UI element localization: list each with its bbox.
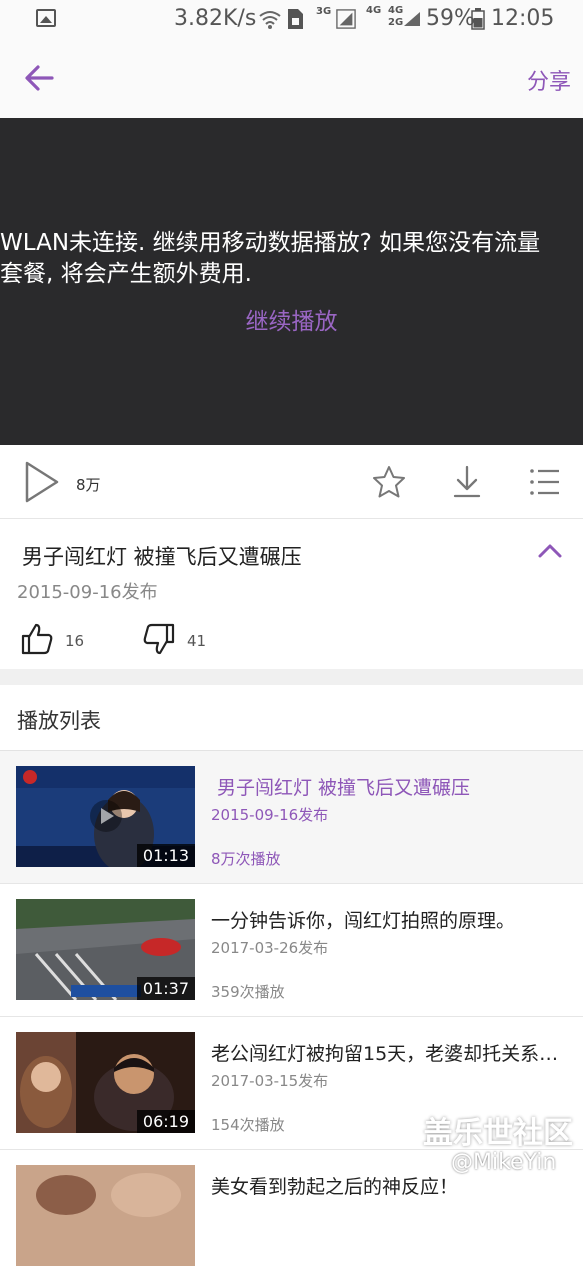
playlist-item-title: 美女看到勃起之后的神反应！: [211, 1176, 459, 1198]
like-count: 16: [65, 632, 85, 650]
playlist-item-date: 2017-03-26发布: [211, 939, 329, 957]
status-bar: 3.82K/s 3G 4G 4G 2G 59% 12:05: [0, 0, 583, 40]
dislike-count: 41: [187, 632, 207, 650]
share-button[interactable]: 分享: [527, 64, 571, 96]
playlist-item-plays: 154次播放: [211, 1116, 285, 1134]
thumbs-up-icon[interactable]: [20, 622, 54, 656]
chevron-up-icon[interactable]: [537, 541, 563, 559]
playlist-item-title: 老公闯红灯被拘留15天，老婆却托关系…: [211, 1043, 559, 1065]
playlist-header: 播放列表: [0, 685, 583, 751]
star-favorite-icon[interactable]: [372, 465, 406, 499]
video-info: 男子闯红灯 被撞飞后又遭碾压 2015-09-16发布 16 41: [0, 519, 583, 669]
network-4g-label: 4G: [366, 5, 382, 16]
playlist-item-title: 一分钟告诉你，闯红灯拍照的原理。: [211, 910, 516, 932]
network-speed: 3.82K/s: [174, 6, 257, 31]
video-thumbnail: 06:19: [16, 1032, 195, 1133]
video-thumbnail: 01:37: [16, 899, 195, 1000]
section-divider: [0, 669, 583, 685]
playlist-item[interactable]: 01:13 男子闯红灯 被撞飞后又遭碾压 2015-09-16发布 8万次播放: [0, 751, 583, 884]
video-duration: 01:13: [136, 844, 195, 867]
playlist-item[interactable]: 01:37 一分钟告诉你，闯红灯拍照的原理。 2017-03-26发布 359次…: [0, 884, 583, 1017]
playlist-item-date: 2017-03-15发布: [211, 1072, 329, 1090]
network-3g-label: 3G: [316, 6, 332, 17]
signal-icon: [336, 9, 356, 29]
video-thumbnail: [16, 1165, 195, 1266]
mobile-data-warning: WLAN未连接. 继续用移动数据播放? 如果您没有流量 套餐, 将会产生额外费用…: [0, 230, 541, 287]
video-duration: 06:19: [136, 1110, 195, 1133]
play-icon[interactable]: [24, 460, 60, 504]
signal-secondary-icon: [404, 12, 420, 26]
back-arrow-icon[interactable]: [22, 60, 58, 96]
play-count: 8万: [76, 476, 101, 494]
clock: 12:05: [491, 6, 555, 31]
network-2g-label: 2G: [388, 17, 404, 28]
video-player[interactable]: WLAN未连接. 继续用移动数据播放? 如果您没有流量 套餐, 将会产生额外费用…: [0, 118, 583, 445]
continue-play-button[interactable]: 继续播放: [0, 302, 583, 336]
video-thumbnail: 01:13: [16, 766, 195, 867]
download-icon[interactable]: [452, 465, 482, 499]
video-publish-date: 2015-09-16发布: [17, 582, 158, 603]
list-menu-icon[interactable]: [529, 467, 561, 497]
playlist-title: 播放列表: [17, 709, 101, 733]
watermark-community: 盖乐世社区: [423, 1116, 573, 1151]
sim-card-icon: [288, 9, 303, 29]
wifi-icon: [259, 11, 281, 29]
thumbs-down-icon[interactable]: [142, 622, 176, 656]
app-bar: 分享: [0, 40, 583, 118]
video-duration: 01:37: [136, 977, 195, 1000]
playlist-item-plays: 359次播放: [211, 983, 285, 1001]
video-controls: 8万: [0, 445, 583, 519]
network-4g-secondary-label: 4G: [388, 5, 404, 16]
battery-percent: 59%: [426, 6, 475, 31]
battery-icon: [471, 8, 485, 30]
playlist-item-title: 男子闯红灯 被撞飞后又遭碾压: [217, 777, 471, 799]
watermark-user: @MikeYin: [451, 1150, 557, 1175]
image-notification-icon: [36, 9, 56, 27]
playlist-item-date: 2015-09-16发布: [211, 806, 329, 824]
playlist-item-plays: 8万次播放: [211, 850, 281, 868]
video-title: 男子闯红灯 被撞飞后又遭碾压: [22, 545, 302, 569]
